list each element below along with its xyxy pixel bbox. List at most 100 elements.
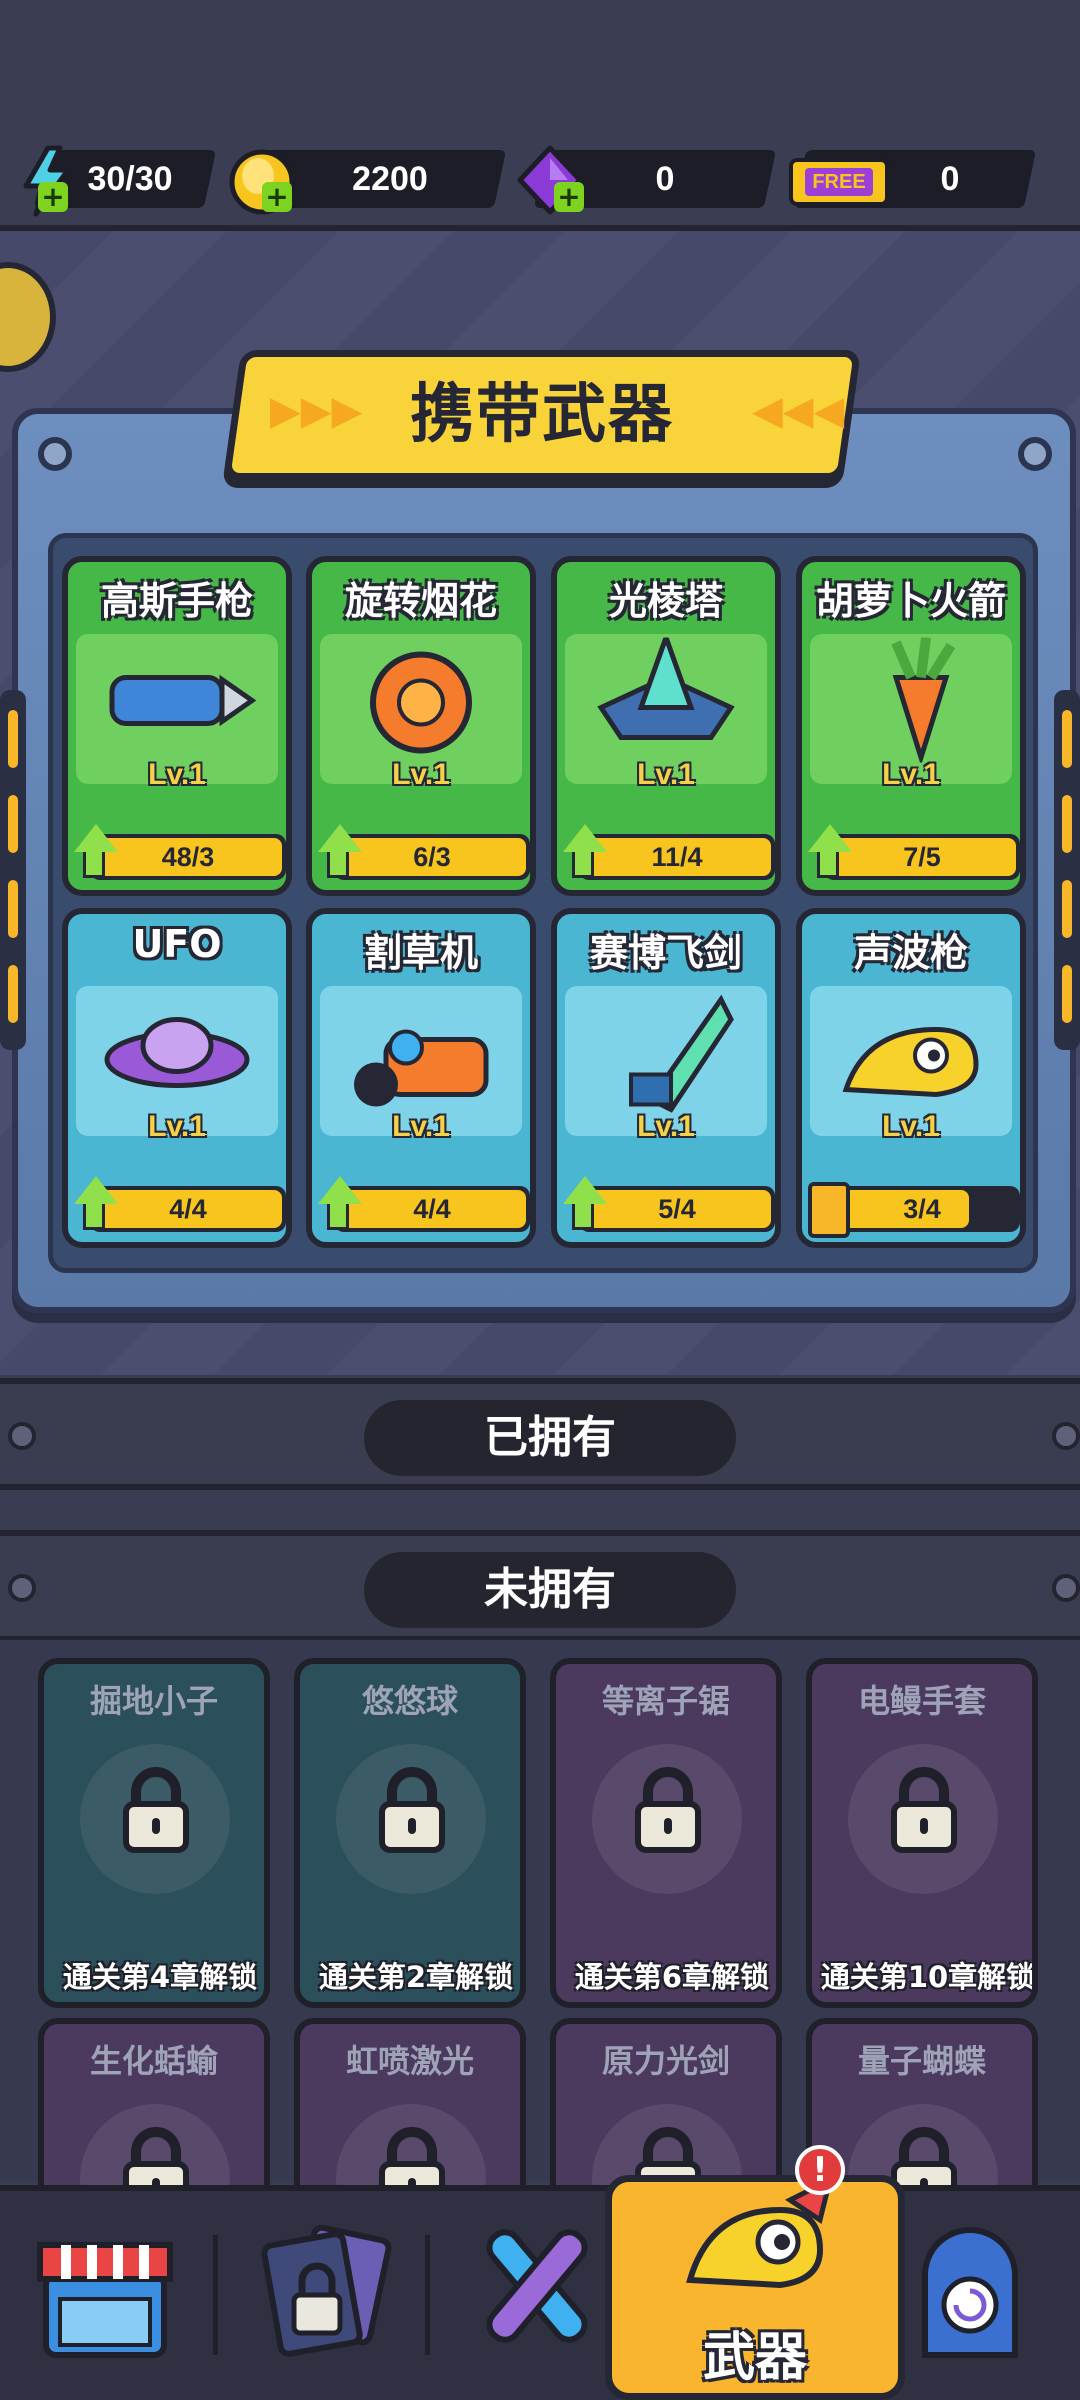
weapon-name: 赛博飞剑 bbox=[589, 931, 742, 975]
lock-icon bbox=[632, 1764, 704, 1858]
upgrade-arrow-stem bbox=[83, 1204, 105, 1230]
unlock-condition: 通关第2章解锁 bbox=[318, 1960, 514, 1994]
weapon-level: Lv.1 bbox=[148, 758, 206, 791]
progress-text: 7/5 bbox=[903, 842, 941, 872]
upgrade-progress-bar: 3/4 bbox=[824, 1186, 1020, 1232]
upgrade-arrow-stem bbox=[572, 852, 594, 878]
upgrade-arrow-icon bbox=[808, 824, 852, 852]
sonic-gun-icon bbox=[826, 990, 996, 1119]
add-energy-icon[interactable]: + bbox=[38, 182, 68, 212]
locked-weapon-name: 虹喷激光 bbox=[345, 2042, 474, 2080]
screw-icon bbox=[8, 1574, 36, 1602]
weapon-name: 割草机 bbox=[363, 931, 478, 975]
battle-bats-icon[interactable] bbox=[460, 2215, 610, 2365]
nav-divider bbox=[213, 2235, 218, 2355]
upgrade-progress-bar: 5/4 bbox=[579, 1186, 775, 1232]
weapon-name: 旋转烟花 bbox=[344, 579, 497, 623]
not-owned-section-header: 未拥有 bbox=[0, 1530, 1080, 1642]
unlock-condition: 通关第10章解锁 bbox=[820, 1960, 1036, 1994]
weapon-name: 光棱塔 bbox=[608, 579, 723, 623]
upgrade-arrow-stem bbox=[327, 1204, 349, 1230]
shop-icon[interactable] bbox=[30, 2215, 180, 2365]
free-ticket-label: FREE bbox=[812, 171, 866, 193]
not-owned-label[interactable]: 未拥有 bbox=[364, 1552, 736, 1628]
upgrade-progress-bar: 11/4 bbox=[579, 834, 775, 880]
locked-weapon-name: 生化蛞蝓 bbox=[89, 2042, 218, 2080]
progress-text: 5/4 bbox=[658, 1194, 696, 1224]
locked-weapon-card[interactable]: 掘地小子通关第4章解锁 bbox=[38, 1658, 270, 2008]
progress-text: 4/4 bbox=[169, 1194, 207, 1224]
locked-weapon-name: 悠悠球 bbox=[361, 1682, 458, 1720]
upgrade-progress-bar: 48/3 bbox=[90, 834, 286, 880]
locked-weapon-card[interactable]: 悠悠球通关第2章解锁 bbox=[294, 1658, 526, 2008]
left-rail bbox=[0, 690, 26, 1050]
owned-section-header: 已拥有 bbox=[0, 1378, 1080, 1490]
screw-icon bbox=[8, 1422, 36, 1450]
locked-weapon-name: 掘地小子 bbox=[89, 1682, 218, 1720]
panel-bolt-icon bbox=[38, 437, 72, 471]
weapon-level: Lv.1 bbox=[392, 758, 450, 791]
coins-value: 2200 bbox=[352, 160, 428, 198]
screw-icon bbox=[1052, 1422, 1080, 1450]
unlock-condition: 通关第6章解锁 bbox=[574, 1960, 770, 1994]
weapon-name: 高斯手枪 bbox=[100, 579, 253, 623]
panel-bolt-icon bbox=[1018, 437, 1052, 471]
weapon-level: Lv.1 bbox=[637, 758, 695, 791]
locked-weapon-name: 量子蝴蝶 bbox=[857, 2042, 986, 2080]
progress-text: 4/4 bbox=[413, 1194, 451, 1224]
locked-weapon-name: 电鳗手套 bbox=[857, 1682, 986, 1720]
tickets-value: 0 bbox=[940, 160, 960, 198]
lock-icon bbox=[120, 1764, 192, 1858]
notification-badge: ! bbox=[795, 2145, 845, 2195]
cyber-sword-icon bbox=[581, 990, 751, 1119]
lock-icon bbox=[376, 1764, 448, 1858]
weapon-level: Lv.1 bbox=[637, 1110, 695, 1143]
weapon-level: Lv.1 bbox=[882, 758, 940, 791]
progress-text: 3/4 bbox=[903, 1194, 941, 1224]
locked-weapon-card[interactable]: 电鳗手套通关第10章解锁 bbox=[806, 1658, 1038, 2008]
progress-text: 6/3 bbox=[413, 842, 451, 872]
locked-weapon-card[interactable]: 等离子锯通关第6章解锁 bbox=[550, 1658, 782, 2008]
upgrade-progress-bar: 6/3 bbox=[334, 834, 530, 880]
upgrade-arrow-stem bbox=[83, 852, 105, 878]
unlock-condition: 通关第4章解锁 bbox=[62, 1960, 258, 1994]
upgrade-arrow-stem bbox=[327, 852, 349, 878]
upgrade-progress-bar: 7/5 bbox=[824, 834, 1020, 880]
weapon-card[interactable]: UFO Lv.1 4/4 bbox=[62, 908, 292, 1248]
locked-weapon-name: 等离子锯 bbox=[601, 1682, 730, 1720]
upgrade-arrow-icon bbox=[318, 1176, 362, 1204]
owned-label[interactable]: 已拥有 bbox=[364, 1400, 736, 1476]
weapon-card[interactable]: 赛博飞剑 Lv.1 5/4 bbox=[551, 908, 781, 1248]
right-rail bbox=[1054, 690, 1080, 1050]
add-coins-icon[interactable]: + bbox=[262, 182, 292, 212]
upgrade-arrow-icon bbox=[563, 1176, 607, 1204]
upgrade-progress-bar: 4/4 bbox=[334, 1186, 530, 1232]
locked-weapon-name: 原力光剑 bbox=[601, 2042, 730, 2080]
weapon-card[interactable]: 旋转烟花 Lv.1 6/3 bbox=[306, 556, 536, 896]
progress-text: 48/3 bbox=[161, 842, 215, 872]
weapon-card[interactable]: 高斯手枪 Lv.1 48/3 bbox=[62, 556, 292, 896]
portal-icon[interactable] bbox=[905, 2215, 1055, 2365]
locked-cards-icon[interactable] bbox=[250, 2215, 400, 2365]
lock-icon bbox=[888, 1764, 960, 1858]
ufo-icon bbox=[92, 990, 262, 1119]
prism-tower-icon bbox=[581, 630, 751, 767]
carry-weapons-title: 携带武器 bbox=[410, 378, 674, 452]
weapon-card[interactable]: 声波枪 Lv.1 3/4 bbox=[796, 908, 1026, 1248]
progress-text: 11/4 bbox=[651, 842, 703, 872]
gems-value: 0 bbox=[655, 160, 675, 198]
weapon-level: Lv.1 bbox=[882, 1110, 940, 1143]
weapon-card[interactable]: 光棱塔 Lv.1 11/4 bbox=[551, 556, 781, 896]
spinning-firework-icon bbox=[336, 638, 506, 767]
weapon-level: Lv.1 bbox=[148, 1110, 206, 1143]
lawn-mower-icon bbox=[336, 990, 506, 1119]
weapon-level: Lv.1 bbox=[392, 1110, 450, 1143]
nav-divider bbox=[425, 2235, 430, 2355]
weapon-card[interactable]: 胡萝卜火箭 Lv.1 7/5 bbox=[796, 556, 1026, 896]
upgrade-arrow-icon bbox=[74, 824, 118, 852]
weapon-card[interactable]: 割草机 Lv.1 4/4 bbox=[306, 908, 536, 1248]
carrot-rocket-icon bbox=[826, 636, 996, 767]
upgrade-arrow-stem bbox=[572, 1204, 594, 1230]
weapon-name: 胡萝卜火箭 bbox=[815, 579, 1006, 623]
add-gems-icon[interactable]: + bbox=[554, 182, 584, 212]
